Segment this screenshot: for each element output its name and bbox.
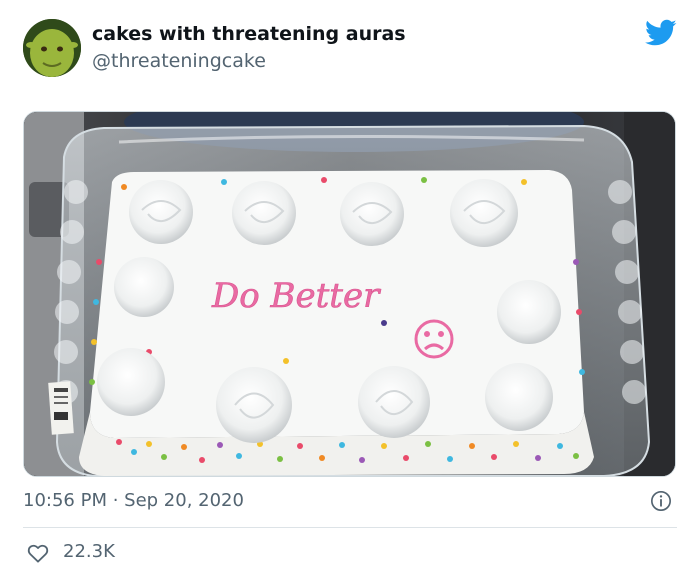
author-handle[interactable]: @threateningcake	[92, 50, 266, 72]
heart-outline-icon[interactable]	[27, 543, 49, 563]
tweet-timestamp[interactable]: 10:56 PM · Sep 20, 2020	[23, 490, 244, 511]
price-label	[48, 381, 74, 435]
author-display-name[interactable]: cakes with threatening auras	[92, 23, 406, 45]
divider	[23, 527, 677, 528]
tweet-card: cakes with threatening auras @threatenin…	[0, 0, 700, 581]
cake-photo: Do Better	[24, 112, 675, 476]
avatar[interactable]	[23, 19, 81, 77]
twitter-bird-icon[interactable]	[645, 19, 677, 47]
shrek-avatar-icon	[23, 19, 81, 77]
like-count[interactable]: 22.3K	[63, 541, 115, 562]
info-icon[interactable]	[650, 490, 672, 512]
cake-message-text: Do Better	[211, 276, 381, 316]
tweet-media-photo[interactable]: Do Better	[23, 111, 676, 477]
